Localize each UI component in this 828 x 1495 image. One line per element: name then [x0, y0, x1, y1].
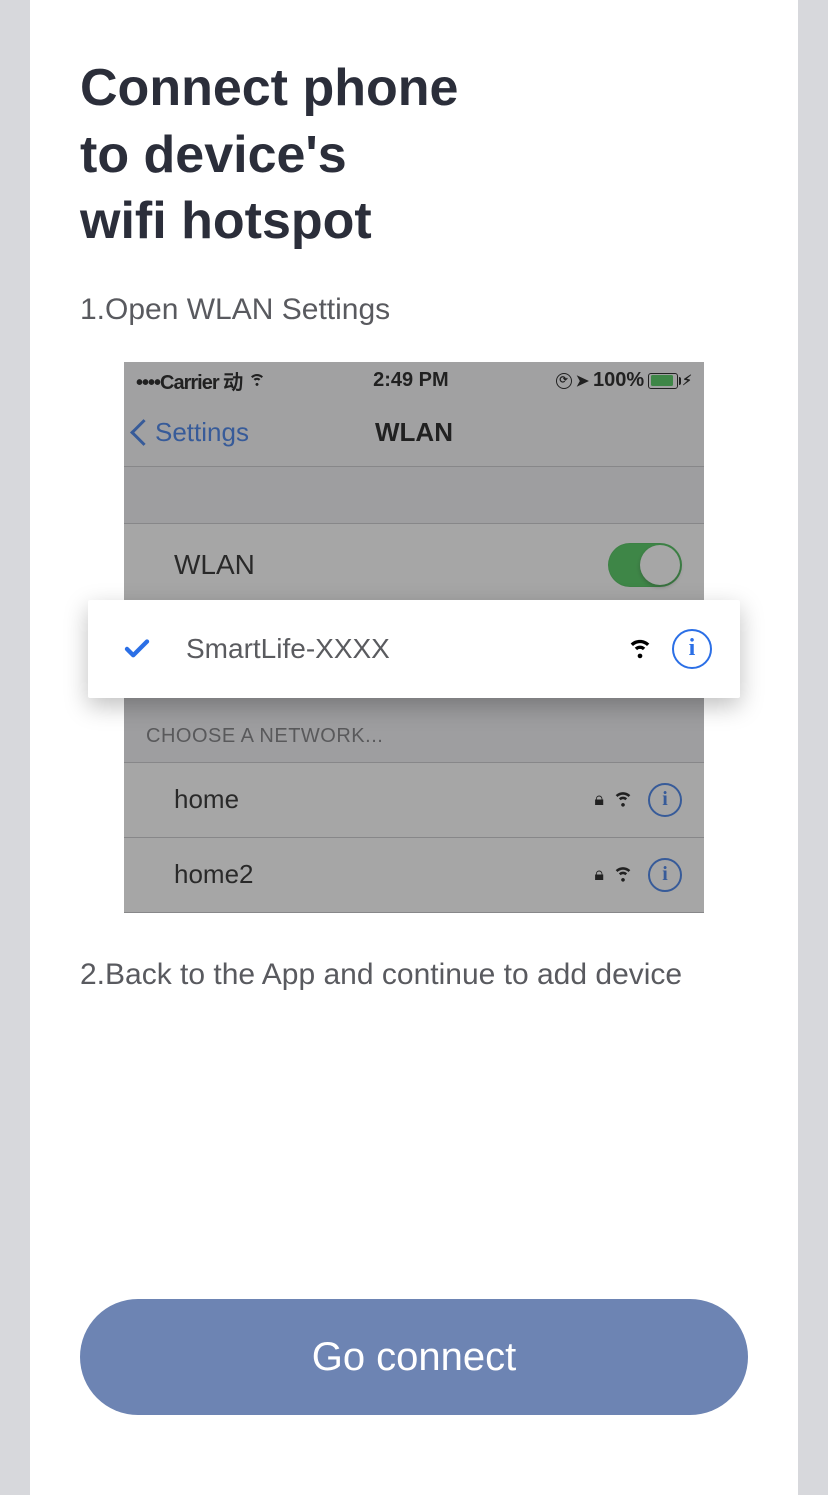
nav-bar: Settings WLAN [124, 400, 704, 467]
selected-network-name: SmartLife-XXXX [158, 633, 626, 665]
title-line-2: to device's [80, 122, 748, 189]
charging-icon: ⚡︎ [682, 372, 692, 389]
info-icon: i [672, 629, 712, 669]
wifi-icon [626, 632, 654, 665]
wlan-toggle-switch [608, 543, 682, 587]
network-row-home2: home2 🔒︎ i [124, 838, 704, 913]
nav-title: WLAN [124, 417, 704, 448]
wifi-signal-icon [248, 369, 266, 393]
lock-icon: 🔒︎ [594, 864, 604, 885]
info-icon: i [648, 858, 682, 892]
wlan-toggle-row: WLAN [124, 524, 704, 607]
checkmark-icon [116, 634, 158, 664]
orientation-lock-icon: ⟳ [556, 373, 572, 389]
network-name: home [174, 784, 594, 815]
title-line-1: Connect phone [80, 55, 748, 122]
go-connect-button[interactable]: Go connect [80, 1299, 748, 1415]
status-bar: ••••Carrier 动 2:49 PM ⟳ ➤ 100% ⚡︎ [124, 362, 704, 400]
wifi-icon [612, 784, 648, 815]
step-1-text: 1.Open WLAN Settings [30, 293, 798, 327]
carrier-label: ••••Carrier 动 [136, 366, 242, 395]
spacer-row [124, 467, 704, 524]
network-name: home2 [174, 859, 594, 890]
location-icon: ➤ [576, 371, 589, 391]
selected-network-row: SmartLife-XXXX i [88, 600, 740, 698]
wlan-toggle-label: WLAN [174, 549, 255, 581]
battery-percent: 100% [593, 369, 644, 392]
info-icon: i [648, 783, 682, 817]
wifi-icon [612, 859, 648, 890]
lock-icon: 🔒︎ [594, 789, 604, 810]
title-line-3: wifi hotspot [80, 188, 748, 255]
step-2-text: 2.Back to the App and continue to add de… [30, 958, 798, 992]
choose-network-label: CHOOSE A NETWORK... [124, 705, 704, 763]
instruction-card: Connect phone to device's wifi hotspot 1… [30, 0, 798, 1495]
wlan-settings-screenshot: ••••Carrier 动 2:49 PM ⟳ ➤ 100% ⚡︎ [124, 362, 704, 913]
battery-icon [648, 373, 678, 389]
status-time: 2:49 PM [266, 369, 555, 392]
page-title: Connect phone to device's wifi hotspot [30, 55, 798, 255]
network-row-home: home 🔒︎ i [124, 763, 704, 838]
